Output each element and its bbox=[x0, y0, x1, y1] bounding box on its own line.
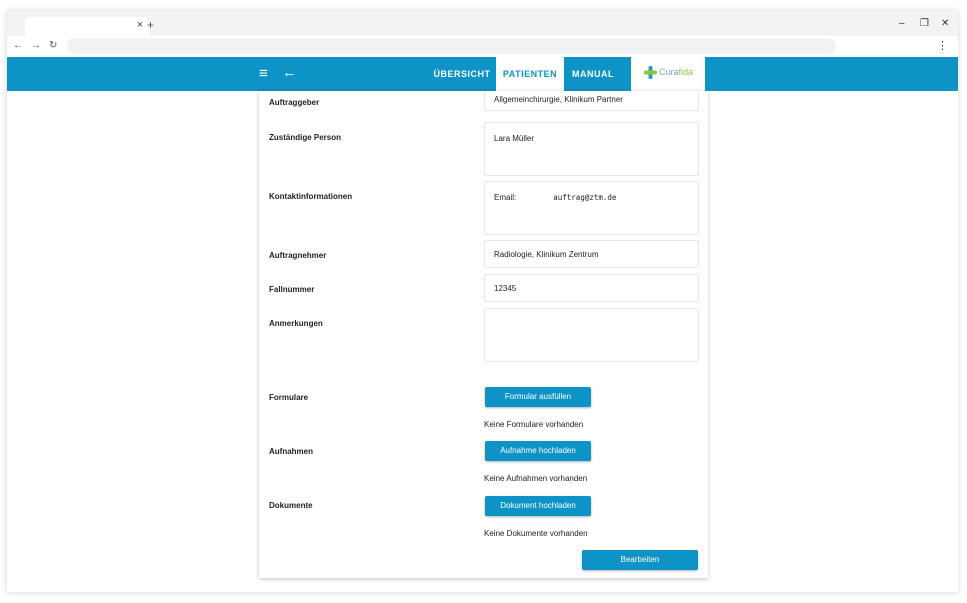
reload-icon[interactable]: ↻ bbox=[49, 40, 57, 51]
formulare-label: Formulare bbox=[269, 393, 309, 402]
formular-ausfuellen-button[interactable]: Formular ausfüllen bbox=[485, 387, 591, 407]
tab-strip: × + – ❐ ✕ bbox=[7, 11, 958, 36]
anmerkungen-label: Anmerkungen bbox=[269, 319, 323, 328]
dokumente-label: Dokumente bbox=[269, 501, 313, 510]
aufnahmen-note: Keine Aufnahmen vorhanden bbox=[484, 474, 588, 483]
auftragnehmer-value: Radiologie, Klinikum Zentrum bbox=[494, 250, 599, 259]
forward-arrow-icon[interactable]: → bbox=[31, 40, 41, 51]
minimize-icon[interactable]: – bbox=[899, 18, 905, 29]
edit-button[interactable]: Bearbeiten bbox=[582, 550, 698, 570]
app-header: ≡ ← ÜBERSICHT PATIENTEN MANUAL Curafida bbox=[7, 57, 958, 91]
tab-manual[interactable]: MANUAL bbox=[564, 57, 622, 91]
browser-window: × + – ❐ ✕ ← → ↻ ⋮ ≡ ← ÜBERSICHT PATIENTE… bbox=[7, 11, 958, 592]
address-bar[interactable] bbox=[67, 38, 836, 54]
window-close-icon[interactable]: ✕ bbox=[941, 18, 949, 29]
auftraggeber-label: Auftraggeber bbox=[269, 98, 320, 107]
case-detail-card: Auftraggeber Allgemeinchirurgie, Kliniku… bbox=[259, 91, 708, 578]
cross-logo-icon bbox=[644, 66, 657, 79]
browser-toolbar: ← → ↻ ⋮ bbox=[7, 36, 958, 57]
aufnahme-hochladen-button[interactable]: Aufnahme hochladen bbox=[485, 441, 591, 461]
person-value: Lara Müller bbox=[494, 134, 535, 143]
fallnummer-value: 12345 bbox=[494, 284, 517, 293]
logo-text: Curafida bbox=[659, 67, 694, 77]
email-label: Email: bbox=[494, 193, 517, 202]
person-label: Zuständige Person bbox=[269, 133, 342, 142]
auftragnehmer-label: Auftragnehmer bbox=[269, 251, 327, 260]
back-icon[interactable]: ← bbox=[282, 64, 297, 81]
auftragnehmer-field[interactable]: Radiologie, Klinikum Zentrum bbox=[484, 240, 699, 268]
logo[interactable]: Curafida bbox=[631, 57, 705, 91]
dokument-hochladen-button[interactable]: Dokument hochladen bbox=[485, 496, 591, 516]
tab-close-icon[interactable]: × bbox=[137, 19, 143, 31]
kontakt-label: Kontaktinformationen bbox=[269, 192, 353, 201]
formulare-note: Keine Formulare vorhanden bbox=[484, 420, 584, 429]
dokumente-note: Keine Dokumente vorhanden bbox=[484, 529, 588, 538]
aufnahmen-label: Aufnahmen bbox=[269, 447, 313, 456]
auftraggeber-field[interactable]: Allgemeinchirurgie, Klinikum Partner bbox=[484, 91, 699, 111]
person-field[interactable]: Lara Müller bbox=[484, 122, 699, 176]
tab-uebersicht[interactable]: ÜBERSICHT bbox=[431, 57, 493, 91]
back-arrow-icon[interactable]: ← bbox=[13, 40, 23, 51]
kontakt-field[interactable]: Email: auftrag@ztm.de bbox=[484, 181, 699, 235]
tab-patienten[interactable]: PATIENTEN bbox=[496, 57, 564, 91]
maximize-icon[interactable]: ❐ bbox=[920, 18, 929, 29]
hamburger-menu-icon[interactable]: ≡ bbox=[259, 65, 273, 82]
auftraggeber-value: Allgemeinchirurgie, Klinikum Partner bbox=[494, 95, 623, 104]
new-tab-icon[interactable]: + bbox=[147, 18, 154, 32]
browser-menu-icon[interactable]: ⋮ bbox=[937, 39, 948, 52]
anmerkungen-field[interactable] bbox=[484, 308, 699, 362]
fallnummer-label: Fallnummer bbox=[269, 285, 315, 294]
browser-tab[interactable]: × bbox=[25, 17, 149, 36]
fallnummer-field[interactable]: 12345 bbox=[484, 274, 699, 302]
email-value: auftrag@ztm.de bbox=[553, 193, 617, 202]
